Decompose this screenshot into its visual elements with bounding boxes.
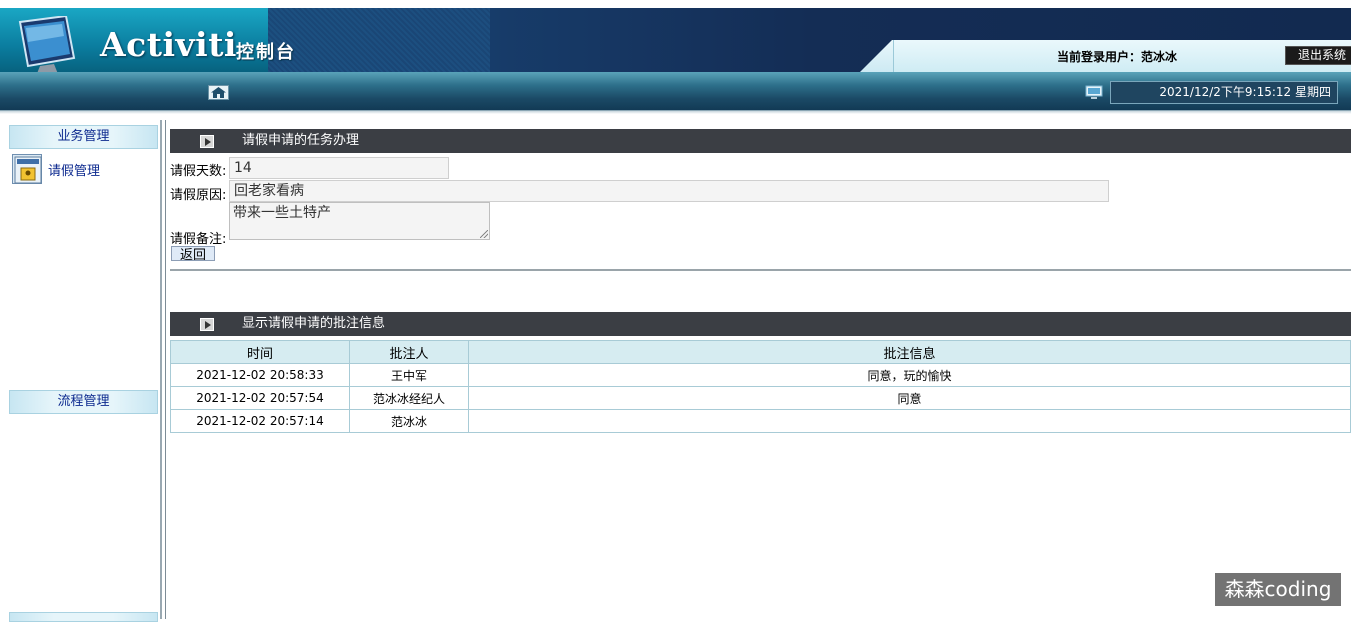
reason-label: 请假原因: (170, 188, 227, 203)
comments-table: 时间 批注人 批注信息 2021-12-02 20:58:33 王中军 同意，玩… (170, 340, 1351, 433)
cell-time: 2021-12-02 20:57:14 (170, 409, 350, 433)
datetime-display: 2021/12/2下午9:15:12 星期四 (1110, 81, 1338, 104)
sidebar-section-process[interactable]: 流程管理 (9, 390, 158, 414)
sidebar-item-label: 请假管理 (48, 163, 101, 179)
comments-panel-title: 显示请假申请的批注信息 (242, 316, 386, 331)
remark-textarea[interactable]: 带来一些土特产 (229, 202, 490, 240)
task-panel-title: 请假申请的任务办理 (242, 133, 360, 148)
column-header-comment: 批注信息 (468, 340, 1351, 364)
table-row: 2021-12-02 20:57:14 范冰冰 (170, 409, 1351, 433)
sidebar-section-business[interactable]: 业务管理 (9, 125, 158, 149)
cell-time: 2021-12-02 20:58:33 (170, 363, 350, 387)
days-field[interactable]: 14 (229, 157, 449, 179)
watermark: 森森coding (1215, 573, 1341, 606)
sidebar-section-partial[interactable] (9, 612, 158, 622)
app-subtitle: 控制台 (236, 42, 296, 63)
column-header-user: 批注人 (349, 340, 469, 364)
resize-grip-icon[interactable] (480, 230, 488, 238)
comments-panel-header: 显示请假申请的批注信息 (170, 312, 1351, 336)
cell-user: 王中军 (349, 363, 469, 387)
column-header-time: 时间 (170, 340, 350, 364)
sidebar-item-leave[interactable]: 请假管理 (12, 154, 100, 184)
table-header-row: 时间 批注人 批注信息 (170, 340, 1351, 364)
task-panel-header: 请假申请的任务办理 (170, 129, 1351, 153)
app-title: Activiti (100, 25, 237, 64)
home-icon[interactable] (208, 85, 229, 100)
table-row: 2021-12-02 20:57:54 范冰冰经纪人 同意 (170, 386, 1351, 410)
current-user-label: 当前登录用户：范冰冰 (1057, 50, 1178, 64)
cell-comment (468, 409, 1351, 433)
remark-label: 请假备注: (170, 232, 227, 247)
play-icon (200, 318, 214, 331)
remark-text: 带来一些土特产 (233, 205, 331, 221)
cell-user: 范冰冰 (349, 409, 469, 433)
logout-button[interactable]: 退出系统 (1285, 46, 1351, 65)
back-button[interactable]: 返回 (171, 246, 215, 261)
app-header: Activiti 控制台 当前登录用户：范冰冰 退出系统 2021/12/2下午… (0, 0, 1351, 114)
days-label: 请假天数: (170, 164, 227, 179)
cell-comment: 同意，玩的愉快 (468, 363, 1351, 387)
nav-divider (0, 110, 1351, 114)
home-glyph-icon (211, 87, 226, 98)
monitor-logo-icon (18, 16, 76, 79)
cell-user: 范冰冰经纪人 (349, 386, 469, 410)
sidebar-splitter[interactable] (160, 120, 166, 619)
cell-comment: 同意 (468, 386, 1351, 410)
sidebar (0, 120, 160, 619)
reason-field[interactable]: 回老家看病 (229, 180, 1109, 202)
section-divider (170, 269, 1351, 271)
header-pattern (268, 8, 490, 72)
monitor-icon (1085, 85, 1103, 99)
play-icon (200, 135, 214, 148)
leave-management-icon (12, 154, 42, 184)
table-row: 2021-12-02 20:58:33 王中军 同意，玩的愉快 (170, 363, 1351, 387)
cell-time: 2021-12-02 20:57:54 (170, 386, 350, 410)
